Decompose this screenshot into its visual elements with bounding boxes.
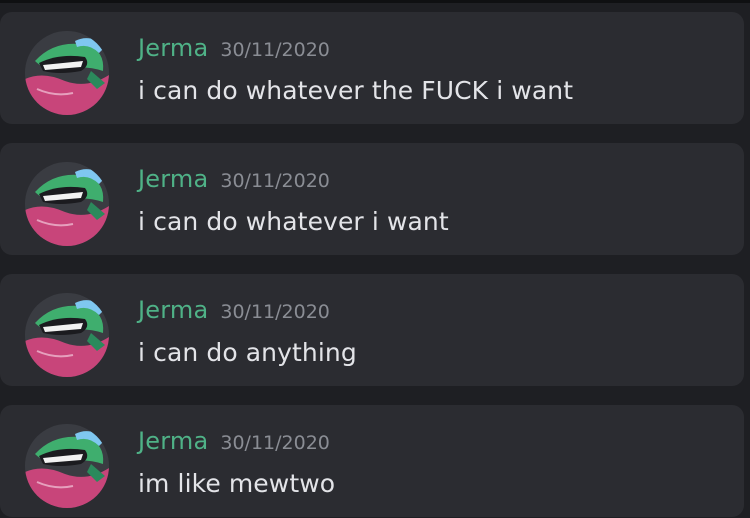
jerma-avatar-icon xyxy=(25,162,109,246)
username[interactable]: Jerma xyxy=(138,34,208,62)
timestamp: 30/11/2020 xyxy=(220,432,330,454)
username[interactable]: Jerma xyxy=(138,427,208,455)
message-text: i can do whatever the FUCK i want xyxy=(138,76,574,105)
message-header: Jerma 30/11/2020 xyxy=(138,34,330,62)
chat-log: Jerma 30/11/2020 i can do whatever the FU… xyxy=(0,0,750,518)
message-item: Jerma 30/11/2020 i can do whatever i want xyxy=(0,143,744,255)
avatar[interactable] xyxy=(25,31,109,115)
message-header: Jerma 30/11/2020 xyxy=(138,427,330,455)
message-item: Jerma 30/11/2020 i can do whatever the FU… xyxy=(0,12,744,124)
message-text: im like mewtwo xyxy=(138,469,336,498)
jerma-avatar-icon xyxy=(25,293,109,377)
message-item: Jerma 30/11/2020 im like mewtwo xyxy=(0,405,744,517)
message-header: Jerma 30/11/2020 xyxy=(138,165,330,193)
avatar[interactable] xyxy=(25,424,109,508)
username[interactable]: Jerma xyxy=(138,165,208,193)
message-text: i can do anything xyxy=(138,338,357,367)
username[interactable]: Jerma xyxy=(138,296,208,324)
jerma-avatar-icon xyxy=(25,31,109,115)
jerma-avatar-icon xyxy=(25,424,109,508)
avatar[interactable] xyxy=(25,293,109,377)
timestamp: 30/11/2020 xyxy=(220,39,330,61)
avatar[interactable] xyxy=(25,162,109,246)
message-item: Jerma 30/11/2020 i can do anything xyxy=(0,274,744,386)
message-header: Jerma 30/11/2020 xyxy=(138,296,330,324)
timestamp: 30/11/2020 xyxy=(220,170,330,192)
message-text: i can do whatever i want xyxy=(138,207,449,236)
timestamp: 30/11/2020 xyxy=(220,301,330,323)
